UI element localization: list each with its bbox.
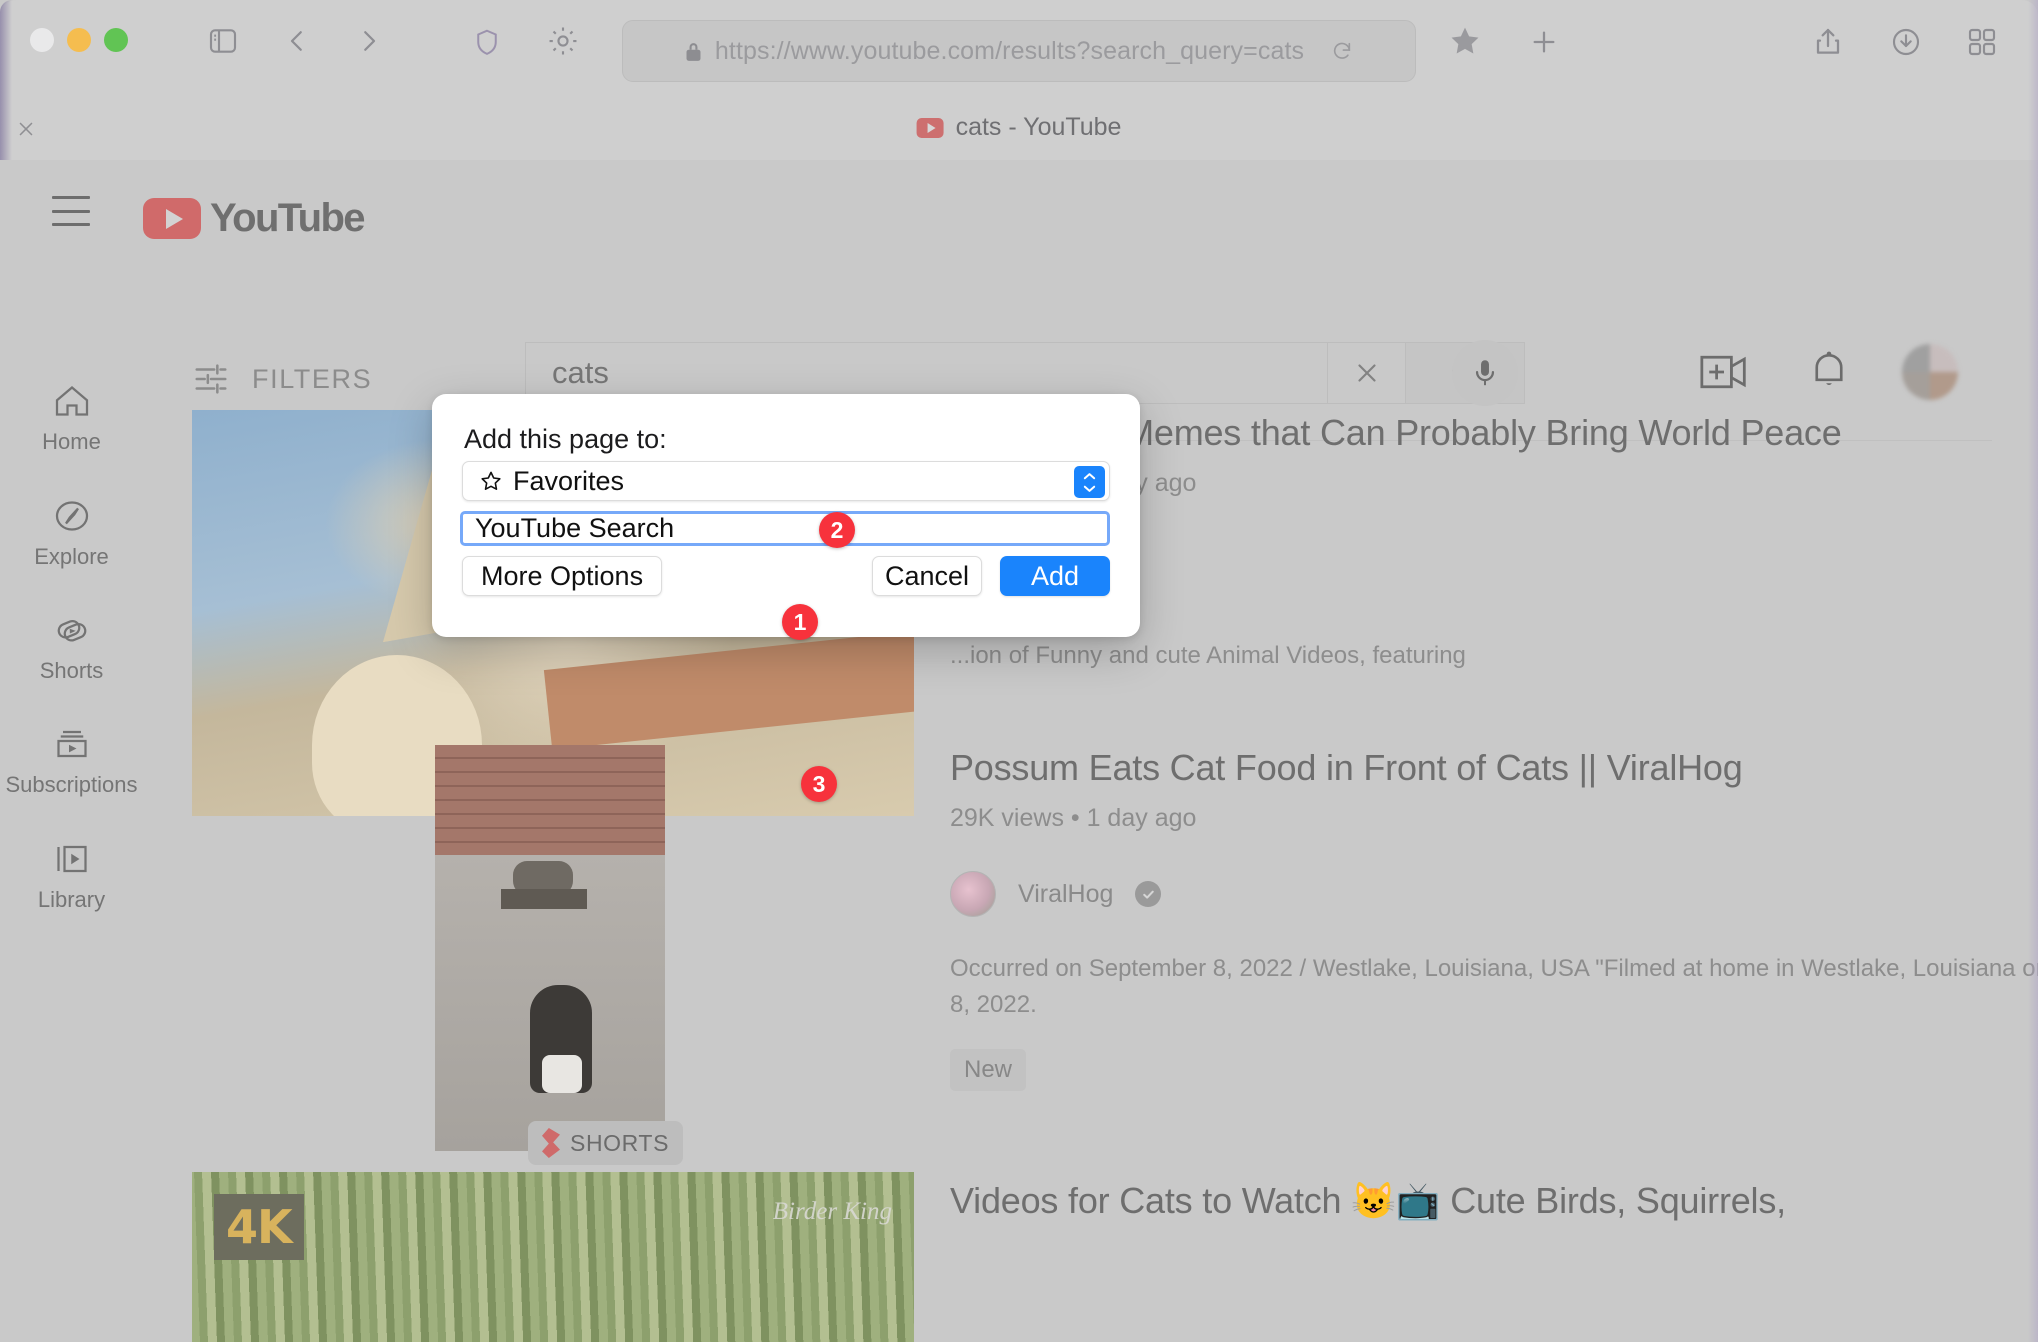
web-page-content: YouTube cats bbox=[0, 160, 2038, 1342]
cancel-button[interactable]: Cancel bbox=[872, 556, 982, 596]
subscriptions-icon bbox=[52, 726, 92, 762]
video-thumbnail[interactable] bbox=[435, 745, 665, 1151]
search-input-value: cats bbox=[552, 355, 609, 391]
filters-label: FILTERS bbox=[252, 364, 372, 395]
sidebar-item-label: Library bbox=[38, 887, 105, 913]
dialog-title: Add this page to: bbox=[464, 424, 667, 455]
close-window-button[interactable] bbox=[30, 28, 54, 52]
sidebar-item-explore[interactable]: Explore bbox=[0, 498, 143, 570]
video-info: Possum Eats Cat Food in Front of Cats ||… bbox=[950, 745, 2038, 1091]
video-description: ...ion of Funny and cute Animal Videos, … bbox=[950, 638, 2038, 674]
close-tab-button[interactable] bbox=[12, 115, 40, 143]
youtube-sidebar: Home Explore Shorts bbox=[0, 268, 143, 1342]
reload-icon[interactable] bbox=[1331, 39, 1353, 63]
sidebar-item-library[interactable]: Library bbox=[0, 841, 143, 913]
screen: https://www.youtube.com/results?search_q… bbox=[0, 0, 2038, 1342]
more-options-label: More Options bbox=[481, 561, 643, 592]
video-meta: 29K views • 1 day ago bbox=[950, 804, 2038, 833]
bookmark-name-field[interactable]: YouTube Search bbox=[460, 511, 1110, 546]
forward-button[interactable] bbox=[354, 22, 384, 60]
shorts-icon bbox=[52, 612, 92, 648]
bookmark-star-icon[interactable] bbox=[1448, 24, 1482, 58]
avatar[interactable] bbox=[1902, 344, 1958, 400]
gear-icon[interactable] bbox=[546, 24, 580, 58]
chevron-up-down-icon[interactable] bbox=[1074, 466, 1105, 498]
channel-avatar bbox=[950, 871, 996, 917]
sidebar-item-label: Home bbox=[42, 429, 101, 455]
channel-row[interactable]: ViralHog bbox=[950, 871, 2038, 917]
sidebar-item-subscriptions[interactable]: Subscriptions bbox=[0, 726, 143, 798]
sidebar-item-label: Shorts bbox=[40, 658, 104, 684]
address-bar[interactable]: https://www.youtube.com/results?search_q… bbox=[622, 20, 1416, 82]
add-label: Add bbox=[1031, 561, 1079, 592]
more-options-button[interactable]: More Options bbox=[462, 556, 662, 596]
step-marker-2: 2 bbox=[819, 512, 855, 548]
tab-title: cats - YouTube bbox=[956, 113, 1122, 142]
tab-overview-icon[interactable] bbox=[1966, 26, 1998, 58]
download-icon[interactable] bbox=[1890, 26, 1922, 58]
channel-name[interactable]: ViralHog bbox=[1018, 880, 1113, 909]
compass-icon bbox=[52, 498, 92, 534]
library-icon bbox=[52, 841, 92, 877]
window-traffic-lights[interactable] bbox=[30, 28, 128, 52]
thumbnail-brand-text: Birder King bbox=[773, 1198, 892, 1227]
shorts-badge: SHORTS bbox=[528, 1121, 683, 1165]
add-button[interactable]: Add bbox=[1000, 556, 1110, 596]
youtube-logo-text: YouTube bbox=[210, 196, 364, 241]
video-description: Occurred on September 8, 2022 / Westlake… bbox=[950, 951, 2038, 1023]
video-title[interactable]: Possum Eats Cat Food in Front of Cats ||… bbox=[950, 745, 2038, 790]
notifications-bell-icon[interactable] bbox=[1808, 346, 1850, 396]
folder-combobox[interactable]: Favorites bbox=[462, 461, 1110, 501]
share-icon[interactable] bbox=[1812, 24, 1844, 60]
window-edge-highlight-right bbox=[2028, 0, 2038, 1342]
new-tab-button[interactable] bbox=[1528, 26, 1560, 58]
verified-badge-icon bbox=[1135, 881, 1161, 907]
sidebar-item-shorts[interactable]: Shorts bbox=[0, 612, 143, 684]
maximize-window-button[interactable] bbox=[104, 28, 128, 52]
shorts-icon bbox=[542, 1128, 560, 1158]
sidebar-toggle-icon[interactable] bbox=[206, 24, 240, 58]
filters-icon bbox=[192, 360, 230, 398]
shorts-badge-label: SHORTS bbox=[570, 1130, 669, 1157]
address-bar-url: https://www.youtube.com/results?search_q… bbox=[715, 37, 1304, 66]
clear-search-icon[interactable] bbox=[1327, 342, 1405, 404]
browser-tab[interactable]: cats - YouTube bbox=[917, 113, 1122, 142]
tab-bar: cats - YouTube bbox=[0, 103, 2038, 160]
bookmark-name-value: YouTube Search bbox=[475, 513, 674, 544]
shield-icon[interactable] bbox=[472, 24, 502, 60]
create-video-icon[interactable] bbox=[1700, 350, 1748, 394]
sidebar-item-label: Explore bbox=[34, 544, 109, 570]
lock-icon bbox=[685, 41, 702, 62]
filters-button[interactable]: FILTERS bbox=[192, 360, 372, 398]
minimize-window-button[interactable] bbox=[67, 28, 91, 52]
back-button[interactable] bbox=[282, 22, 312, 60]
cancel-label: Cancel bbox=[885, 561, 969, 592]
quality-badge: 4K bbox=[214, 1194, 304, 1260]
sidebar-item-label: Subscriptions bbox=[5, 772, 137, 798]
youtube-logo[interactable]: YouTube bbox=[143, 196, 364, 241]
step-marker-1: 1 bbox=[782, 604, 818, 640]
sidebar-item-home[interactable]: Home bbox=[0, 383, 143, 455]
step-marker-3: 3 bbox=[801, 766, 837, 802]
video-info: Videos for Cats to Watch 😺📺 Cute Birds, … bbox=[950, 1178, 2038, 1223]
menu-icon[interactable] bbox=[52, 196, 90, 226]
video-thumbnail[interactable]: 4K Birder King bbox=[192, 1172, 914, 1342]
voice-search-button[interactable] bbox=[1452, 340, 1518, 406]
folder-value: Favorites bbox=[513, 466, 624, 497]
youtube-play-icon bbox=[143, 198, 201, 239]
home-icon bbox=[52, 383, 92, 419]
youtube-favicon bbox=[917, 118, 944, 138]
new-badge: New bbox=[950, 1049, 1026, 1091]
video-title[interactable]: Videos for Cats to Watch 😺📺 Cute Birds, … bbox=[950, 1178, 2038, 1223]
star-outline-icon bbox=[479, 469, 503, 493]
